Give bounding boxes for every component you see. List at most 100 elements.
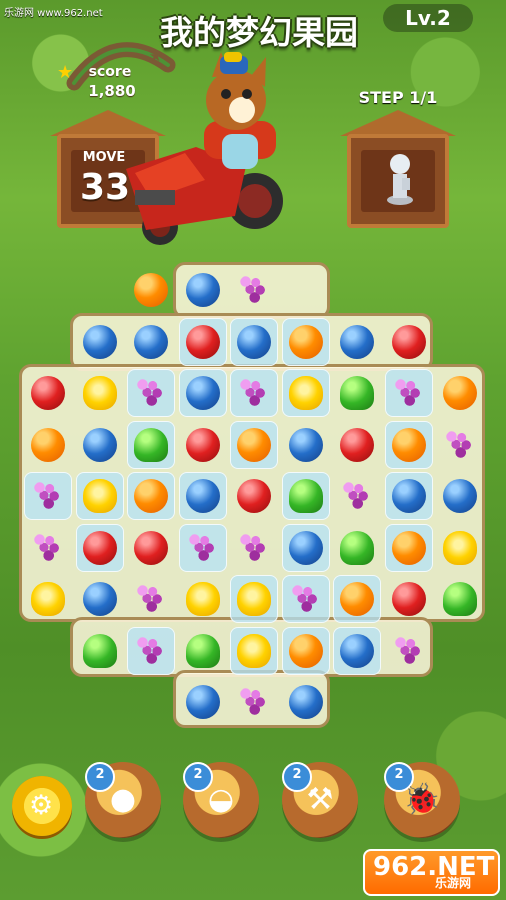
board-cell[interactable]	[178, 523, 227, 572]
board-cell[interactable]	[230, 317, 278, 366]
blueberry-icon	[185, 685, 220, 719]
grape-icon	[288, 582, 323, 616]
orange-icon	[443, 376, 477, 410]
board-cell[interactable]	[24, 421, 72, 469]
orange-icon	[340, 582, 374, 616]
board-cell[interactable]	[281, 626, 330, 675]
board-cell[interactable]	[384, 369, 433, 417]
board-cell[interactable]	[384, 420, 433, 469]
board-cell[interactable]	[179, 266, 227, 314]
orange-icon	[134, 479, 168, 513]
board-cell[interactable]	[281, 472, 330, 520]
hammer-tool[interactable]: 2 ⚒	[282, 762, 358, 838]
board-cell[interactable]	[179, 627, 227, 675]
grape-icon	[31, 530, 65, 565]
board-cell[interactable]	[127, 472, 175, 520]
blueberry-icon	[82, 324, 117, 359]
blueberry-icon	[82, 427, 117, 462]
board-cell[interactable]	[127, 369, 175, 417]
board-cell[interactable]	[281, 523, 330, 572]
orange-icon	[31, 427, 65, 462]
board-cell[interactable]	[436, 421, 484, 469]
pepper-icon	[288, 479, 323, 513]
basket-tool[interactable]: 2 ◒	[183, 762, 259, 838]
grape-icon	[237, 685, 271, 719]
board-cell[interactable]	[282, 421, 330, 469]
level-badge: Lv.2	[383, 4, 473, 32]
board-cell[interactable]	[230, 575, 278, 623]
orange-icon	[237, 427, 271, 462]
board-cell[interactable]	[436, 524, 484, 572]
board-cell[interactable]	[76, 575, 124, 623]
booster-bar: ⚙ 2 ● 2 ◒ 2 ⚒ 2 🐞	[0, 740, 506, 860]
grape-icon	[134, 582, 168, 616]
board-cell[interactable]	[76, 627, 124, 675]
pear-icon	[31, 582, 65, 616]
board-cell[interactable]	[76, 369, 124, 417]
board-cell[interactable]	[24, 524, 72, 572]
board-cell[interactable]	[436, 369, 484, 417]
pepper-icon	[340, 376, 374, 410]
board-cell[interactable]	[281, 575, 330, 623]
board-cell[interactable]	[385, 627, 433, 675]
board-cell[interactable]	[282, 678, 330, 726]
ladybug-tool[interactable]: 2 🐞	[384, 762, 460, 838]
pepper-icon	[134, 427, 168, 462]
board-cell[interactable]	[333, 472, 381, 520]
pear-icon	[82, 479, 117, 513]
board-cell[interactable]	[230, 524, 278, 572]
board-cell[interactable]	[127, 318, 175, 366]
board-cell[interactable]	[127, 626, 175, 675]
board-cell[interactable]	[75, 472, 124, 520]
board-cell[interactable]	[179, 421, 227, 469]
board-cell[interactable]	[281, 317, 330, 366]
board-cell[interactable]	[230, 678, 278, 726]
gear-icon: ⚙	[29, 790, 54, 821]
board-cell[interactable]	[178, 317, 227, 366]
board-cell[interactable]	[179, 678, 227, 726]
board-cell[interactable]	[75, 523, 124, 572]
board-cell[interactable]	[333, 524, 381, 572]
board-cell[interactable]	[230, 369, 278, 417]
apple-icon	[31, 376, 65, 410]
board-cell[interactable]	[436, 575, 484, 623]
board-cell[interactable]	[24, 575, 72, 623]
board-cell[interactable]	[76, 421, 124, 469]
board-cell[interactable]	[333, 626, 381, 675]
board-cell[interactable]	[384, 523, 433, 572]
board-cell[interactable]	[127, 266, 175, 314]
board-cell[interactable]	[178, 472, 227, 520]
board-cell[interactable]	[24, 369, 72, 417]
board-cell[interactable]	[333, 318, 381, 366]
grape-icon	[237, 376, 271, 410]
board-cell[interactable]	[436, 472, 484, 520]
board-cell[interactable]	[230, 266, 278, 314]
board-cell[interactable]	[127, 524, 175, 572]
blueberry-icon	[288, 530, 323, 565]
grape-icon	[443, 427, 477, 462]
board-cell[interactable]	[230, 420, 278, 469]
settings-gear-button[interactable]: ⚙	[12, 776, 72, 836]
board-cell[interactable]	[384, 472, 433, 520]
board-cell[interactable]	[127, 420, 175, 469]
grape-icon	[391, 633, 426, 668]
board-cell[interactable]	[179, 575, 227, 623]
apple-icon	[82, 530, 117, 565]
board-cell[interactable]	[385, 318, 433, 366]
board-cell[interactable]	[333, 421, 381, 469]
board-cell[interactable]	[385, 575, 433, 623]
logo-small-text: 乐游网	[435, 876, 472, 890]
board-cell[interactable]	[230, 472, 278, 520]
board-cell[interactable]	[24, 472, 72, 520]
board-cell[interactable]	[281, 369, 330, 417]
board-cell[interactable]	[76, 318, 124, 366]
pepper-icon	[185, 633, 220, 668]
orange-icon	[288, 324, 323, 359]
fruit-bag-tool[interactable]: 2 ●	[85, 762, 161, 838]
board-cell[interactable]	[127, 575, 175, 623]
board-cell[interactable]	[178, 369, 227, 417]
board-cell[interactable]	[333, 575, 381, 623]
board-cell[interactable]	[333, 369, 381, 417]
board-cell[interactable]	[230, 626, 278, 675]
pear-icon	[237, 633, 271, 668]
